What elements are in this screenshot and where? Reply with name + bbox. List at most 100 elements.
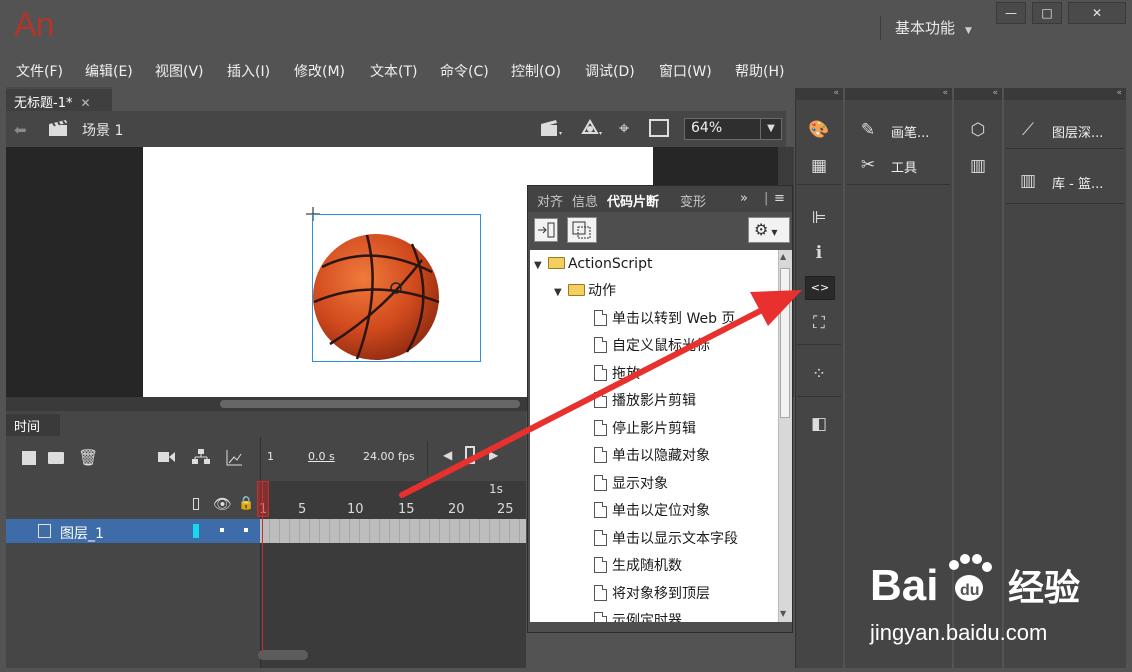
minimize-button[interactable]: — xyxy=(996,2,1026,24)
panel-label-layer-depth[interactable]: 图层深... xyxy=(1052,122,1103,141)
layer-icon xyxy=(38,524,51,538)
expand-panel-icon[interactable]: » xyxy=(740,191,748,206)
panel-menu-icon[interactable]: ≡ xyxy=(774,191,785,206)
menu-edit[interactable]: 编辑(E) xyxy=(85,61,133,81)
transform-icon[interactable]: ⛶ xyxy=(808,312,830,334)
new-folder-icon[interactable] xyxy=(48,452,64,464)
document-tab[interactable]: 无标题-1* ✕ xyxy=(6,87,112,111)
lock-icon[interactable]: 🔒 xyxy=(238,496,254,511)
document-icon xyxy=(594,530,607,546)
menu-window[interactable]: 窗口(W) xyxy=(659,61,712,81)
layer-parenting-icon[interactable] xyxy=(192,449,210,465)
maximize-button[interactable]: □ xyxy=(1032,2,1062,24)
menu-debug[interactable]: 调试(D) xyxy=(585,61,635,81)
timeline-layer-controls xyxy=(6,437,260,481)
visibility-dot-icon[interactable] xyxy=(220,528,224,532)
scroll-up-icon[interactable]: ▲ xyxy=(780,252,786,261)
copy-to-clipboard-icon[interactable] xyxy=(567,217,597,243)
annotation-arrow xyxy=(399,290,802,498)
list-item[interactable]: 示例定时器 xyxy=(594,608,682,622)
document-icon xyxy=(594,612,607,622)
divider xyxy=(797,184,841,185)
timeline-scroll-thumb[interactable] xyxy=(258,650,308,660)
timeline-empty-area xyxy=(6,543,260,668)
scroll-down-icon[interactable]: ▼ xyxy=(780,609,786,618)
motion-presets-icon[interactable]: ⁘ xyxy=(808,363,830,385)
scene-label: 场景 1 xyxy=(82,123,124,139)
chevron-down-icon[interactable]: ▼ xyxy=(760,118,782,140)
settings-gear-icon[interactable]: ⚙ ▼ xyxy=(748,217,790,243)
highlight-icon[interactable] xyxy=(193,498,199,510)
3d-cube-icon[interactable]: ⬡ xyxy=(967,119,989,141)
elapsed-time-readout[interactable]: 0.0 s xyxy=(308,450,335,463)
layer-name[interactable]: 图层_1 xyxy=(60,523,104,543)
tools-icon[interactable]: ✂ xyxy=(857,154,879,176)
collapse-icon[interactable]: « xyxy=(845,88,952,100)
camera-icon[interactable] xyxy=(158,451,176,463)
graph-icon[interactable] xyxy=(226,450,242,466)
trash-icon[interactable]: 🗑 xyxy=(78,448,98,467)
swatches-icon[interactable]: ▦ xyxy=(808,155,830,177)
menu-commands[interactable]: 命令(C) xyxy=(440,61,489,81)
panel-tab-bar: 对齐 信息 代码片断 变形 » | ≡ xyxy=(528,186,792,212)
brush-library-icon[interactable]: ✎ xyxy=(857,119,879,141)
close-icon[interactable]: ✕ xyxy=(80,96,90,110)
align-icon[interactable]: ⊫ xyxy=(808,207,830,229)
document-tab-title: 无标题-1* xyxy=(14,96,73,111)
divider xyxy=(1006,148,1124,149)
panel-label-tools[interactable]: 工具 xyxy=(891,157,917,176)
close-window-button[interactable]: ✕ xyxy=(1068,2,1126,24)
layer-color-swatch[interactable] xyxy=(193,524,199,538)
library-icon[interactable]: ▥ xyxy=(1017,170,1039,192)
collapse-icon[interactable]: « xyxy=(795,88,843,100)
current-frame-readout: 1 xyxy=(267,450,274,463)
edit-scene-icon[interactable] xyxy=(540,119,564,137)
panel-label-library[interactable]: 库 - 篮... xyxy=(1052,173,1103,192)
workspace-switcher[interactable]: 基本功能 ▼ xyxy=(880,16,972,40)
edit-symbols-icon[interactable] xyxy=(580,118,604,138)
components-icon[interactable]: ◧ xyxy=(808,413,830,435)
menu-modify[interactable]: 修改(M) xyxy=(294,61,345,81)
folder-icon xyxy=(548,257,565,269)
clapperboard-icon xyxy=(48,119,68,137)
tab-code-snippets[interactable]: 代码片断 xyxy=(607,191,659,210)
list-item[interactable]: 将对象移到顶层 xyxy=(594,581,710,608)
divider xyxy=(1006,203,1124,204)
playhead-marker[interactable] xyxy=(257,481,269,517)
clip-content-icon[interactable] xyxy=(649,119,669,137)
list-item[interactable]: 单击以显示文本字段 xyxy=(594,526,738,553)
menu-insert[interactable]: 插入(I) xyxy=(227,61,270,81)
layer-frames[interactable] xyxy=(260,519,526,543)
list-item[interactable]: 生成随机数 xyxy=(594,553,682,580)
collapse-icon[interactable]: « xyxy=(1004,88,1126,100)
snap-center-icon[interactable]: ⌖ xyxy=(619,118,629,139)
info-icon[interactable]: ℹ xyxy=(808,242,830,264)
panel-label-brushes[interactable]: 画笔... xyxy=(891,122,929,141)
menu-bar: 文件(F) 编辑(E) 视图(V) 插入(I) 修改(M) 文本(T) 命令(C… xyxy=(0,56,1132,84)
ruler-mark: 10 xyxy=(347,502,364,517)
eye-icon[interactable]: 👁 xyxy=(213,495,232,513)
menu-text[interactable]: 文本(T) xyxy=(370,61,417,81)
menu-control[interactable]: 控制(O) xyxy=(511,61,561,81)
collapse-icon[interactable]: « xyxy=(954,88,1002,100)
tab-transform[interactable]: 变形 xyxy=(680,191,706,210)
menu-file[interactable]: 文件(F) xyxy=(16,61,63,81)
library-books-icon[interactable]: ▥ xyxy=(967,155,989,177)
layer-depth-icon[interactable]: ⟋ xyxy=(1017,119,1039,141)
timeline-tab[interactable]: 时间轴 xyxy=(6,414,60,454)
lock-dot-icon[interactable] xyxy=(244,528,248,532)
back-arrow-icon[interactable]: ⬅ xyxy=(14,121,27,139)
document-icon xyxy=(594,557,607,573)
menu-help[interactable]: 帮助(H) xyxy=(735,61,784,81)
watermark-url: jingyan.baidu.com xyxy=(870,620,1048,645)
tab-align[interactable]: 对齐 xyxy=(537,191,563,210)
tab-info[interactable]: 信息 xyxy=(572,191,598,210)
new-layer-icon[interactable] xyxy=(22,451,36,465)
chevron-down-icon: ▼ xyxy=(965,26,972,36)
menu-view[interactable]: 视图(V) xyxy=(155,61,204,81)
palette-icon[interactable]: 🎨 xyxy=(808,119,830,141)
expand-triangle-icon[interactable]: ▼ xyxy=(534,252,548,279)
tree-folder-actionscript[interactable]: ▼ ActionScript xyxy=(534,251,652,278)
add-to-frame-icon[interactable] xyxy=(534,218,558,242)
zoom-input[interactable]: 64% xyxy=(684,118,762,140)
